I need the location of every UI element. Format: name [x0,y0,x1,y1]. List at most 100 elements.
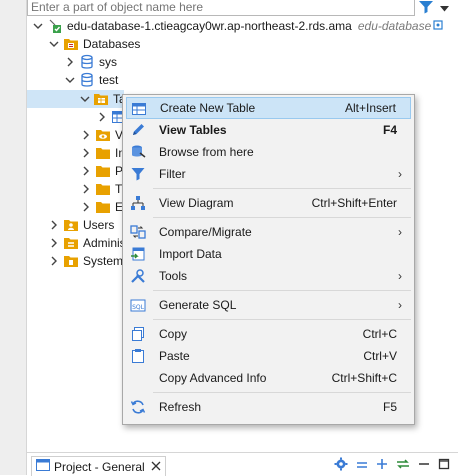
menu-label: Tools [159,269,188,283]
tools-icon [130,268,146,284]
maximize-icon[interactable] [438,458,450,473]
menu-item-create-new-table[interactable]: Create New Table Alt+Insert [126,97,411,119]
menu-item-copy-advanced-info[interactable]: Copy Advanced Info Ctrl+Shift+C [126,367,411,389]
object-filter-input[interactable] [28,0,414,14]
tree-item-triggers[interactable]: Tr [80,180,126,198]
connection-hint: edu-database [357,19,432,33]
link-with-editor-icon[interactable] [396,458,410,473]
test-label: test [99,73,119,87]
collapsed-arrow-icon[interactable] [96,108,108,126]
menu-label: View Diagram [159,196,234,210]
submenu-arrow-icon: › [398,298,402,312]
tree-item-databases[interactable]: Databases [48,35,140,53]
folder-icon [95,181,111,197]
import-icon [130,246,146,262]
database-browse-icon [130,144,146,160]
tree-item-procedures[interactable]: Pr [80,162,127,180]
menu-shortcut: F5 [382,400,397,414]
menu-separator [153,217,411,218]
filter-options-button[interactable] [418,0,454,16]
menu-item-compare-migrate[interactable]: Compare/Migrate › [126,221,411,243]
system-label: System [83,254,124,268]
folder-icon [95,145,111,161]
tree-item-system[interactable]: System [48,252,123,270]
tree-item-administer[interactable]: Administ [48,234,129,252]
menu-label: Compare/Migrate [159,225,252,239]
filter-bar [27,0,415,16]
menu-separator [153,290,411,291]
gear-icon[interactable] [334,457,348,474]
menu-separator [153,188,411,189]
tree-item-connection[interactable]: edu-database-1.ctieagcay0wr.ap-northeast… [32,17,443,35]
menu-label: Create New Table [160,101,256,115]
funnel-icon [418,0,434,17]
close-icon[interactable] [151,460,161,474]
expanded-arrow-icon[interactable] [80,90,90,108]
database-icon [79,72,95,88]
menu-item-generate-sql[interactable]: SQL Generate SQL › [126,294,411,316]
menu-item-tools[interactable]: Tools › [126,265,411,287]
compare-icon [130,224,146,240]
menu-item-view-diagram[interactable]: View Diagram Ctrl+Shift+Enter [126,192,411,214]
menu-item-copy[interactable]: Copy Ctrl+C [126,323,411,345]
folder-system-icon [63,253,79,269]
menu-item-filter[interactable]: Filter › [126,163,411,185]
menu-item-browse-from-here[interactable]: Browse from here [126,141,411,163]
collapsed-arrow-icon[interactable] [48,234,60,252]
collapsed-arrow-icon[interactable] [80,144,92,162]
database-icon [79,54,95,70]
collapsed-arrow-icon[interactable] [80,180,92,198]
sql-icon: SQL [130,297,146,313]
menu-label: View Tables [159,123,227,137]
submenu-arrow-icon: › [398,225,402,239]
tree-item-sys[interactable]: sys [64,53,117,71]
collapsed-arrow-icon[interactable] [80,198,92,216]
tree-item-indexes[interactable]: In [80,144,125,162]
submenu-arrow-icon: › [398,167,402,181]
expanded-arrow-icon[interactable] [32,17,44,35]
menu-label: Copy Advanced Info [159,371,267,385]
menu-label: Import Data [159,247,222,261]
tab-project-general[interactable]: Project - General [31,456,166,476]
collapsed-arrow-icon[interactable] [80,162,92,180]
pencil-icon [130,122,146,138]
expand-all-icon[interactable] [376,458,388,473]
expanded-arrow-icon[interactable] [64,71,76,89]
create-table-icon [131,101,147,117]
refresh-icon [130,399,146,415]
menu-item-paste[interactable]: Paste Ctrl+V [126,345,411,367]
menu-label: Browse from here [159,145,254,159]
folder-icon [95,199,111,215]
menu-shortcut: Ctrl+C [362,327,397,341]
tree-item-tables[interactable]: Tables [80,90,124,108]
collapse-all-icon[interactable] [356,459,368,473]
tab-label: Project - General [54,459,145,474]
diagram-icon [130,195,146,211]
databases-label: Databases [83,37,141,51]
menu-label: Paste [159,349,190,363]
collapsed-arrow-icon[interactable] [48,216,60,234]
collapsed-arrow-icon[interactable] [80,126,92,144]
bottom-panel-bar: Project - General [27,452,458,476]
collapsed-arrow-icon[interactable] [48,252,60,270]
menu-separator [153,319,411,320]
menu-label: Refresh [159,400,202,414]
tree-item-views[interactable]: V [80,126,123,144]
menu-item-view-tables[interactable]: View Tables F4 [126,119,411,141]
menu-separator [153,392,411,393]
menu-shortcut: Ctrl+Shift+C [331,371,397,385]
menu-shortcut: Alt+Insert [344,101,396,115]
chevron-down-icon [440,1,449,15]
connection-label: edu-database-1.ctieagcay0wr.ap-northeast… [67,19,352,33]
menu-item-import-data[interactable]: Import Data [126,243,411,265]
funnel-icon [130,166,146,182]
expanded-arrow-icon[interactable] [48,35,60,53]
tree-item-users[interactable]: Users [48,216,114,234]
menu-item-refresh[interactable]: Refresh F5 [126,396,411,418]
tree-item-test[interactable]: test [64,71,118,89]
collapsed-arrow-icon[interactable] [64,53,76,71]
left-gutter [0,0,27,475]
users-label: Users [83,218,115,232]
copy-icon [130,326,146,342]
minimize-icon[interactable] [418,458,430,473]
